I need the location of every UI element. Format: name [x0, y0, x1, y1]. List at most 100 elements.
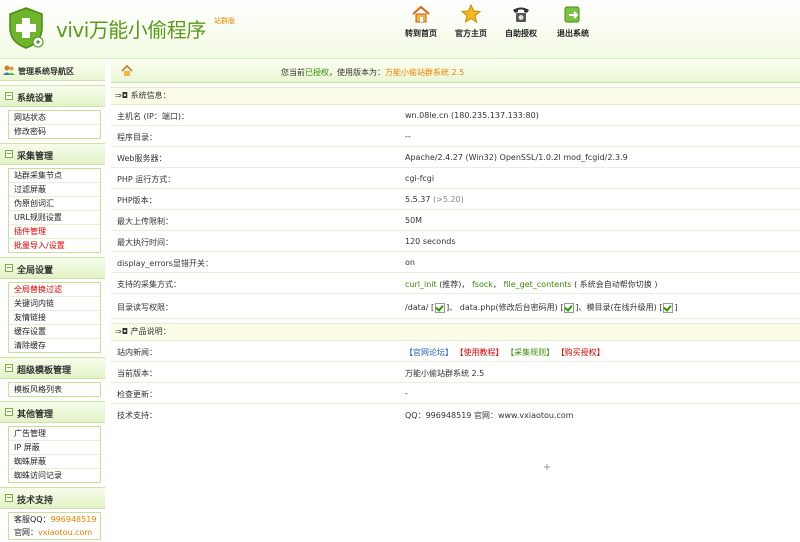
- row-label: 支持的采集方式：: [117, 280, 181, 289]
- support-qq: 客服QQ：996948519: [9, 513, 100, 526]
- info-row: 检查更新： -: [111, 383, 800, 404]
- sidebar-item-batch-import[interactable]: 批量导入/设置: [9, 239, 100, 252]
- perm-datafile: ]、 data.php(修改后台密码用) [: [446, 303, 564, 312]
- sidebar-item-url-rules[interactable]: URL规则设置: [9, 211, 100, 225]
- info-row: display_errors显错开关： on: [111, 252, 800, 273]
- sidebar-item-template-list[interactable]: 模板风格列表: [9, 383, 100, 396]
- info-row: 当前版本： 万能小偷站群系统 2.5: [111, 362, 800, 383]
- nav-authorize[interactable]: 自助授权: [491, 4, 551, 39]
- row-value: QQ：996948519 官网：www.vxiaotou.com: [405, 411, 574, 420]
- row-value: --: [405, 132, 411, 141]
- status-bar: 您当前已授权，使用版本为：万能小偷站群系统 2.5: [111, 60, 800, 83]
- perm-template: ]、模目录(在线升级用) [: [575, 303, 663, 312]
- logo-edition: 站群版: [214, 17, 235, 25]
- info-row: 主机名 (IP：端口)： wn.08le.cn (180.235.137.133:…: [111, 105, 800, 126]
- row-label: PHP版本：: [117, 196, 157, 205]
- check-icon: [564, 302, 575, 313]
- info-row-news: 站内新闻： 【官网论坛】 【使用教程】 【采集规则】 【购买授权】: [111, 341, 800, 362]
- site-label: 官网：: [14, 528, 38, 537]
- qq-value: 996948519: [50, 515, 97, 524]
- qq-label: 客服QQ：: [14, 515, 51, 524]
- info-row: 最大执行时间： 120 seconds: [111, 231, 800, 252]
- sidebar-item-ip-block[interactable]: IP 屏蔽: [9, 441, 100, 455]
- sidebar-item-pseudo-original[interactable]: 伪原创词汇: [9, 197, 100, 211]
- info-row-methods: 支持的采集方式： curl_init (推荐)， fsock， file_get…: [111, 273, 800, 294]
- sidebar-item-ads[interactable]: 广告管理: [9, 427, 100, 441]
- info-row: 程序目录： --: [111, 126, 800, 147]
- row-value: 【官网论坛】 【使用教程】 【采集规则】 【购买授权】: [405, 347, 605, 358]
- site-link[interactable]: vxiaotou.com: [38, 528, 92, 537]
- row-label: 主机名 (IP：端口)：: [117, 112, 189, 121]
- row-label: 当前版本：: [117, 369, 157, 378]
- method-curl: curl_init: [405, 280, 437, 289]
- row-label: PHP 运行方式：: [117, 175, 176, 184]
- info-row: PHP版本： 5.5.37 (>5.20): [111, 189, 800, 210]
- method-fgc: file_get_contents: [503, 280, 572, 289]
- sidebar-item-spider-log[interactable]: 蜘蛛访问记录: [9, 469, 100, 482]
- check-icon: [663, 302, 674, 313]
- group-system-settings[interactable]: 系统设置: [0, 85, 105, 107]
- group-other[interactable]: 其他管理: [0, 401, 105, 423]
- group-label: 系统设置: [17, 94, 54, 104]
- sidebar-item-cache-settings[interactable]: 缓存设置: [9, 325, 100, 339]
- sidebar-item-change-password[interactable]: 修改密码: [9, 125, 100, 138]
- support-site: 官网：vxiaotou.com: [9, 526, 100, 539]
- group-collect[interactable]: 采集管理: [0, 143, 105, 165]
- home-icon[interactable]: [121, 65, 133, 76]
- sidebar-item-clear-cache[interactable]: 清除缓存: [9, 339, 100, 352]
- link-rules[interactable]: 【采集规则】: [506, 348, 554, 357]
- row-label: 技术支持：: [117, 411, 157, 420]
- row-value: 120 seconds: [405, 237, 456, 246]
- group-items: 广告管理 IP 屏蔽 蜘蛛屏蔽 蜘蛛访问记录: [8, 426, 101, 483]
- group-global[interactable]: 全局设置: [0, 257, 105, 279]
- row-value: 50M: [405, 216, 423, 225]
- sidebar-item-plugins[interactable]: 插件管理: [9, 225, 100, 239]
- sidebar-item-site-status[interactable]: 网站状态: [9, 111, 100, 125]
- row-value: -: [405, 389, 408, 398]
- sidebar-item-keyword-links[interactable]: 关键词内链: [9, 297, 100, 311]
- status-prefix: 您当前: [281, 68, 305, 77]
- row-value: 5.5.37 (>5.20): [405, 195, 464, 204]
- group-items: 模板风格列表: [8, 382, 101, 397]
- sidebar-header: 管理系统导航区: [0, 60, 105, 81]
- auth-status: 已授权: [305, 68, 329, 77]
- php-requirement: (>5.20): [433, 195, 464, 204]
- sidebar: 系统设置 网站状态 修改密码 采集管理 站群采集节点 过滤屏蔽 伪原创词汇 UR…: [0, 82, 105, 540]
- nav-official-label: 官方主页: [455, 29, 487, 38]
- link-forum[interactable]: 【官网论坛】: [405, 348, 453, 357]
- link-buy[interactable]: 【购买授权】: [557, 348, 605, 357]
- nav-logout[interactable]: 退出系统: [543, 4, 603, 39]
- info-row: PHP 运行方式： cgi-fcgi: [111, 168, 800, 189]
- row-value: Apache/2.4.27 (Win32) OpenSSL/1.0.2l mod…: [405, 153, 628, 162]
- group-support[interactable]: 技术支持: [0, 487, 105, 509]
- sidebar-item-filter[interactable]: 过滤屏蔽: [9, 183, 100, 197]
- sidebar-title: 管理系统导航区: [18, 67, 74, 76]
- group-label: 技术支持: [17, 496, 54, 506]
- sidebar-item-friend-links[interactable]: 友情链接: [9, 311, 100, 325]
- main-content: 您当前已授权，使用版本为：万能小偷站群系统 2.5 ⇒◘ 系统信息： 主机名 (…: [111, 60, 800, 424]
- row-label: 目录读写权限：: [117, 303, 173, 312]
- collapse-icon: [5, 494, 13, 502]
- sidebar-item-spider-block[interactable]: 蜘蛛屏蔽: [9, 455, 100, 469]
- sidebar-item-nodes[interactable]: 站群采集节点: [9, 169, 100, 183]
- sidebar-item-global-replace[interactable]: 全局替换过滤: [9, 283, 100, 297]
- group-templates[interactable]: 超级模板管理: [0, 357, 105, 379]
- version-text: 万能小偷站群系统 2.5: [385, 68, 465, 77]
- method-hint: ( 系统会自动帮你切换 ): [574, 280, 658, 289]
- exit-icon: [564, 6, 580, 23]
- row-label: display_errors显错开关：: [117, 259, 213, 268]
- row-label: 最大上传限制：: [117, 217, 173, 226]
- row-label: 站内新闻：: [117, 348, 157, 357]
- link-tutorial[interactable]: 【使用教程】: [456, 348, 504, 357]
- header: vivi万能小偷程序 站群版 转到首页 官方主页 自助授权 退出系统: [0, 0, 800, 59]
- row-label: 最大执行时间：: [117, 238, 173, 247]
- row-value: curl_init (推荐)， fsock， file_get_contents…: [405, 280, 658, 289]
- method-fsock: fsock: [471, 280, 493, 289]
- info-row: 技术支持： QQ：996948519 官网：www.vxiaotou.com: [111, 404, 800, 424]
- group-label: 超级模板管理: [17, 366, 72, 376]
- cursor-icon: [544, 464, 550, 470]
- status-mid: ，使用版本为：: [329, 68, 385, 77]
- collapse-icon: [5, 92, 13, 100]
- phone-icon: [513, 7, 529, 22]
- row-label: Web服务器：: [117, 154, 167, 163]
